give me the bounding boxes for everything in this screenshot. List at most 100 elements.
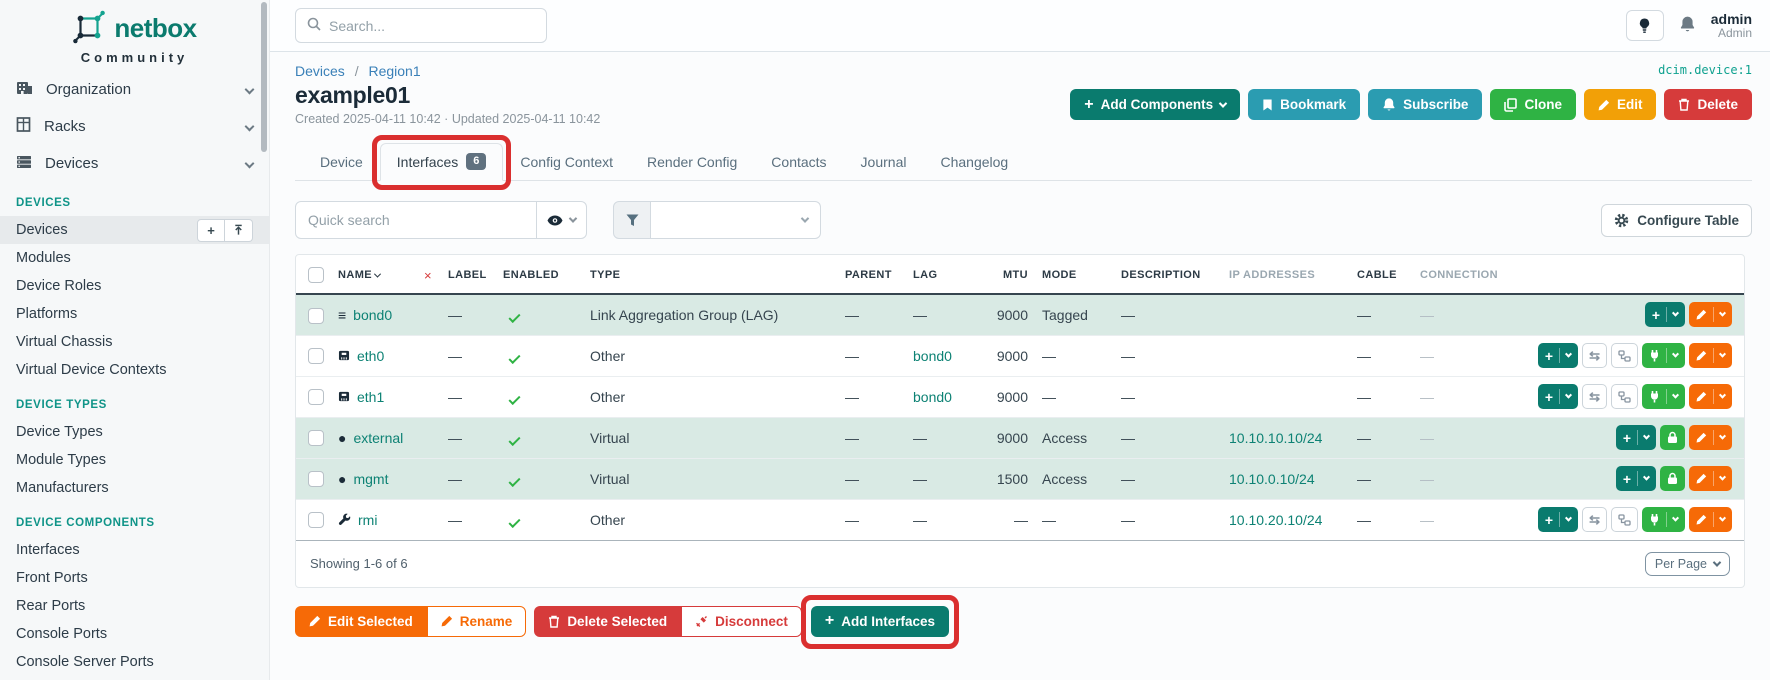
interface-link[interactable]: mgmt: [353, 471, 388, 487]
import-device-button[interactable]: [225, 219, 253, 242]
trace-button[interactable]: ⇆: [1582, 507, 1607, 532]
search-input[interactable]: [329, 18, 535, 34]
topology-button[interactable]: [1611, 384, 1638, 409]
column-header-name[interactable]: NAME: [334, 255, 420, 294]
delete-button[interactable]: Delete: [1664, 89, 1752, 120]
column-header-cable[interactable]: CABLE: [1353, 255, 1416, 294]
sidebar-item-virtual-chassis[interactable]: Virtual Chassis: [0, 328, 269, 356]
sidebar-item-devices[interactable]: Devices +: [0, 216, 269, 244]
user-menu[interactable]: admin Admin: [1711, 11, 1752, 41]
row-checkbox[interactable]: [308, 308, 324, 324]
sidebar-item-rear-ports[interactable]: Rear Ports: [0, 592, 269, 620]
saved-filters-button[interactable]: [537, 201, 587, 239]
sidebar-scrollbar[interactable]: [261, 2, 267, 152]
column-header-parent[interactable]: PARENT: [841, 255, 909, 294]
sidebar-menu-devices[interactable]: Devices: [0, 145, 269, 182]
disconnect-button[interactable]: Disconnect: [681, 606, 802, 637]
rename-button[interactable]: Rename: [427, 606, 527, 637]
edit-split-button[interactable]: [1689, 343, 1732, 368]
topology-button[interactable]: [1611, 343, 1638, 368]
tab-render-config[interactable]: Render Config: [630, 144, 754, 181]
add-ip-split-button[interactable]: +: [1538, 384, 1578, 409]
bookmark-button[interactable]: Bookmark: [1248, 89, 1360, 120]
per-page-select[interactable]: Per Page: [1645, 552, 1730, 576]
breadcrumb-region-link[interactable]: Region1: [368, 63, 420, 79]
sidebar-item-console-server-ports[interactable]: Console Server Ports: [0, 648, 269, 676]
add-ip-split-button[interactable]: +: [1538, 343, 1578, 368]
interface-link[interactable]: rmi: [358, 512, 377, 528]
column-header-lag[interactable]: LAG: [909, 255, 979, 294]
sidebar-menu-organization[interactable]: Organization: [0, 71, 269, 108]
row-checkbox[interactable]: [308, 348, 324, 364]
edit-selected-button[interactable]: Edit Selected: [295, 606, 427, 637]
sidebar-item-virtual-device-contexts[interactable]: Virtual Device Contexts: [0, 356, 269, 384]
tab-config-context[interactable]: Config Context: [503, 144, 630, 181]
lag-link[interactable]: bond0: [913, 348, 952, 364]
ip-address-link[interactable]: 10.10.20.10/24: [1229, 512, 1322, 528]
row-checkbox[interactable]: [308, 471, 324, 487]
row-checkbox[interactable]: [308, 430, 324, 446]
tab-interfaces[interactable]: Interfaces 6: [380, 143, 504, 181]
delete-selected-button[interactable]: Delete Selected: [534, 606, 681, 637]
column-header-mode[interactable]: MODE: [1038, 255, 1117, 294]
notifications-bell-icon[interactable]: [1679, 15, 1696, 36]
edit-split-button[interactable]: [1689, 384, 1732, 409]
add-ip-split-button[interactable]: +: [1616, 425, 1656, 450]
connect-cable-split-button[interactable]: [1642, 384, 1685, 409]
add-ip-split-button[interactable]: +: [1538, 507, 1578, 532]
edit-split-button[interactable]: [1689, 425, 1732, 450]
edit-split-button[interactable]: [1689, 507, 1732, 532]
connect-cable-split-button[interactable]: [1642, 343, 1685, 368]
ip-address-link[interactable]: 10.10.10.10/24: [1229, 430, 1322, 446]
column-header-label[interactable]: LABEL: [444, 255, 499, 294]
column-header-enabled[interactable]: ENABLED: [499, 255, 586, 294]
trace-button[interactable]: ⇆: [1582, 343, 1607, 368]
edit-split-button[interactable]: [1689, 302, 1732, 327]
sidebar-menu-racks[interactable]: Racks: [0, 108, 269, 145]
clear-sort-button[interactable]: ×: [424, 268, 432, 283]
permissions-button[interactable]: [1660, 425, 1685, 450]
tab-device[interactable]: Device: [303, 144, 380, 181]
tab-contacts[interactable]: Contacts: [754, 144, 843, 181]
column-header-mtu[interactable]: MTU: [979, 255, 1038, 294]
filter-select[interactable]: [651, 201, 821, 239]
clone-button[interactable]: Clone: [1490, 89, 1576, 120]
add-components-button[interactable]: + Add Components: [1070, 89, 1240, 120]
add-device-button[interactable]: +: [197, 219, 225, 242]
global-search[interactable]: [295, 8, 547, 43]
connect-cable-split-button[interactable]: [1642, 507, 1685, 532]
interface-link[interactable]: eth0: [357, 348, 384, 364]
sidebar-item-platforms[interactable]: Platforms: [0, 300, 269, 328]
sidebar-item-front-ports[interactable]: Front Ports: [0, 564, 269, 592]
lag-link[interactable]: bond0: [913, 389, 952, 405]
sidebar-item-device-types[interactable]: Device Types: [0, 418, 269, 446]
sidebar-item-modules[interactable]: Modules: [0, 244, 269, 272]
ip-address-link[interactable]: 10.10.0.10/24: [1229, 471, 1315, 487]
row-checkbox[interactable]: [308, 512, 324, 528]
add-interfaces-button[interactable]: + Add Interfaces: [811, 606, 949, 637]
select-all-checkbox[interactable]: [308, 267, 324, 283]
column-header-description[interactable]: DESCRIPTION: [1117, 255, 1225, 294]
tab-journal[interactable]: Journal: [844, 144, 924, 181]
quick-search-input[interactable]: [295, 201, 537, 239]
edit-button[interactable]: Edit: [1584, 89, 1657, 120]
breadcrumb-devices-link[interactable]: Devices: [295, 63, 345, 79]
edit-split-button[interactable]: [1689, 466, 1732, 491]
subscribe-button[interactable]: Subscribe: [1368, 89, 1482, 120]
add-ip-split-button[interactable]: +: [1645, 302, 1685, 327]
interface-link[interactable]: eth1: [357, 389, 384, 405]
sidebar-item-device-roles[interactable]: Device Roles: [0, 272, 269, 300]
sidebar-item-module-types[interactable]: Module Types: [0, 446, 269, 474]
column-header-type[interactable]: TYPE: [586, 255, 841, 294]
configure-table-button[interactable]: Configure Table: [1601, 204, 1752, 237]
add-ip-split-button[interactable]: +: [1616, 466, 1656, 491]
row-checkbox[interactable]: [308, 389, 324, 405]
topology-button[interactable]: [1611, 507, 1638, 532]
sidebar-item-interfaces[interactable]: Interfaces: [0, 536, 269, 564]
theme-toggle-button[interactable]: [1626, 10, 1664, 41]
permissions-button[interactable]: [1660, 466, 1685, 491]
sidebar-item-manufacturers[interactable]: Manufacturers: [0, 474, 269, 502]
trace-button[interactable]: ⇆: [1582, 384, 1607, 409]
sidebar-item-console-ports[interactable]: Console Ports: [0, 620, 269, 648]
tab-changelog[interactable]: Changelog: [923, 144, 1025, 181]
